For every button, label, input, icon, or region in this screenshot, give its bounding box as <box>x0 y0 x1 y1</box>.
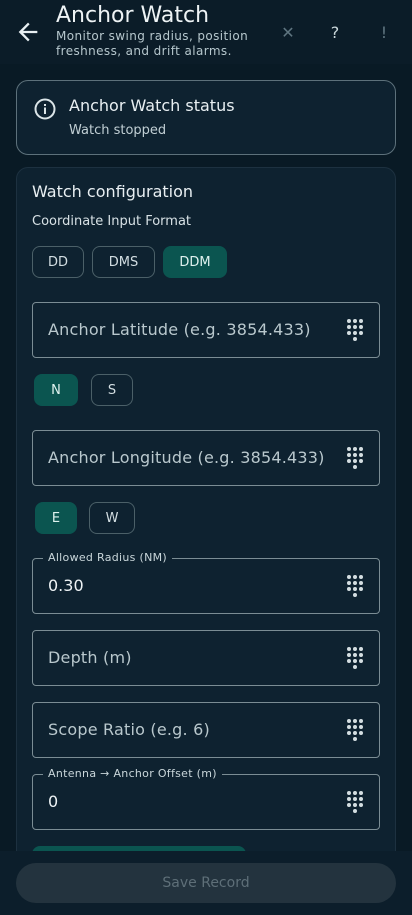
hemisphere-chip-s[interactable]: S <box>91 374 133 406</box>
dialpad-icon[interactable] <box>346 646 364 670</box>
latitude-field[interactable]: Anchor Latitude (e.g. 3854.433) <box>32 302 380 358</box>
longitude-field[interactable]: Anchor Longitude (e.g. 3854.433) <box>32 430 380 486</box>
hemisphere-chip-n[interactable]: N <box>34 374 78 406</box>
back-arrow-icon[interactable] <box>14 18 42 46</box>
hemisphere-chip-w[interactable]: W <box>89 502 135 534</box>
longitude-placeholder: Anchor Longitude (e.g. 3854.433) <box>48 448 325 467</box>
depth-placeholder: Depth (m) <box>48 648 132 667</box>
format-chip-dms[interactable]: DMS <box>92 246 155 278</box>
app-bar: Anchor Watch Monitor swing radius, posit… <box>0 0 412 64</box>
scope-placeholder: Scope Ratio (e.g. 6) <box>48 720 210 739</box>
scope-field[interactable]: Scope Ratio (e.g. 6) <box>32 702 380 758</box>
status-card: Anchor Watch status Watch stopped <box>16 80 396 155</box>
depth-field[interactable]: Depth (m) <box>32 630 380 686</box>
radius-value: 0.30 <box>48 576 84 595</box>
radius-field[interactable]: Allowed Radius (NM) 0.30 <box>32 551 380 614</box>
offset-field[interactable]: Antenna → Anchor Offset (m) 0 <box>32 767 380 830</box>
latitude-placeholder: Anchor Latitude (e.g. 3854.433) <box>48 320 311 339</box>
format-label: Coordinate Input Format <box>32 214 192 229</box>
info-icon <box>34 98 56 120</box>
save-record-button[interactable]: Save Record <box>16 863 396 903</box>
offset-label: Antenna → Anchor Offset (m) <box>43 767 222 780</box>
page-subtitle: Monitor swing radius, position freshness… <box>56 29 249 58</box>
help-icon[interactable]: ? <box>321 18 349 46</box>
status-title: Anchor Watch status <box>69 96 235 115</box>
status-state: Watch stopped <box>69 123 167 138</box>
hemisphere-chip-e[interactable]: E <box>35 502 77 534</box>
dialpad-icon[interactable] <box>346 574 364 598</box>
dialpad-icon[interactable] <box>346 718 364 742</box>
format-chip-dd[interactable]: DD <box>32 246 84 278</box>
offset-value: 0 <box>48 792 59 811</box>
page-title: Anchor Watch <box>56 3 210 28</box>
radius-label: Allowed Radius (NM) <box>43 551 172 564</box>
dialpad-icon[interactable] <box>346 318 364 342</box>
alert-icon[interactable]: ! <box>370 18 398 46</box>
dialpad-icon[interactable] <box>346 790 364 814</box>
close-icon[interactable]: ✕ <box>274 18 302 46</box>
format-chip-ddm[interactable]: DDM <box>163 246 227 278</box>
dialpad-icon[interactable] <box>346 446 364 470</box>
section-title: Watch configuration <box>32 182 194 201</box>
